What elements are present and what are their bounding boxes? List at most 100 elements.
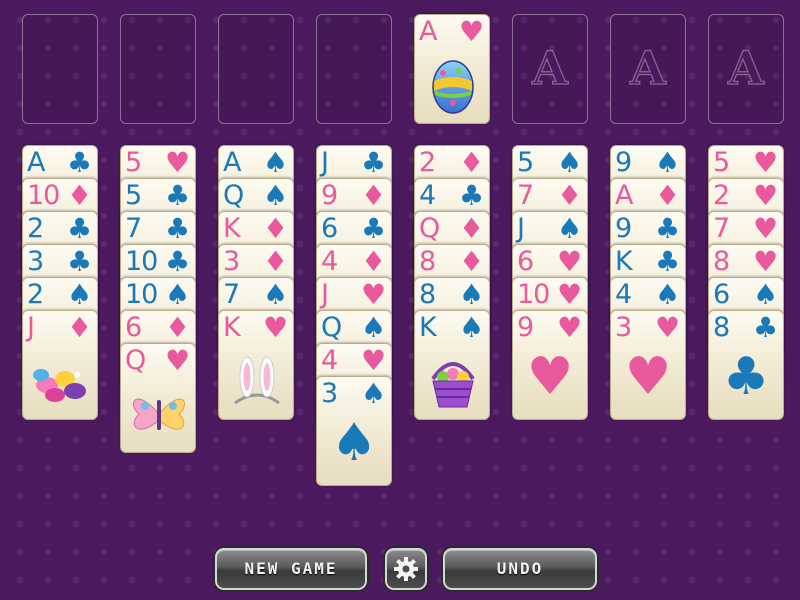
card-rank: 8 bbox=[713, 312, 730, 343]
card-rank: 8 bbox=[419, 279, 436, 310]
easter-basket-icon bbox=[431, 362, 475, 408]
card-rank: 5 bbox=[125, 147, 142, 178]
easter-egg-icon bbox=[432, 60, 474, 114]
playing-card[interactable]: K ♥ bbox=[218, 310, 294, 420]
card-suit: ♠ bbox=[557, 212, 583, 245]
card-center-suit: ♥ bbox=[624, 347, 672, 407]
jelly-beans-icon bbox=[33, 369, 86, 402]
card-rank: K bbox=[223, 213, 241, 244]
card-rank: 9 bbox=[321, 180, 338, 211]
card-rank: 2 bbox=[27, 279, 44, 310]
card-suit: ♠ bbox=[361, 311, 387, 344]
foundation-slot-4[interactable]: A bbox=[708, 14, 784, 124]
free-cell-3[interactable] bbox=[218, 14, 294, 124]
bunny-ears-icon bbox=[234, 356, 280, 405]
card-suit: ♠ bbox=[263, 179, 289, 212]
card-rank: 2 bbox=[713, 180, 730, 211]
card-suit: ♠ bbox=[67, 278, 93, 311]
free-cell-4[interactable] bbox=[316, 14, 392, 124]
card-suit: ♥ bbox=[753, 212, 779, 245]
card-rank: 6 bbox=[713, 279, 730, 310]
new-game-button[interactable]: NEW GAME bbox=[215, 548, 367, 590]
card-suit: ♥ bbox=[165, 146, 191, 179]
card-suit: ♠ bbox=[753, 278, 779, 311]
card-rank: A bbox=[419, 16, 438, 47]
foundation-card-ace-hearts[interactable]: A ♥ bbox=[414, 14, 490, 124]
card-rank: A bbox=[615, 180, 634, 211]
card-suit: ♣ bbox=[165, 245, 191, 278]
card-rank: 4 bbox=[419, 180, 436, 211]
card-suit: ♦ bbox=[263, 245, 289, 278]
foundation-slot-3[interactable]: A bbox=[610, 14, 686, 124]
card-rank: Q bbox=[419, 213, 440, 244]
card-suit: ♠ bbox=[655, 278, 681, 311]
card-rank: 8 bbox=[419, 246, 436, 277]
card-suit: ♠ bbox=[655, 146, 681, 179]
foundation-placeholder-letter: A bbox=[532, 40, 569, 95]
card-suit: ♣ bbox=[655, 212, 681, 245]
card-rank: 9 bbox=[517, 312, 534, 343]
card-rank: J bbox=[517, 213, 525, 244]
playing-card[interactable]: 3 ♠ ♠ bbox=[316, 376, 392, 486]
card-suit: ♣ bbox=[361, 146, 387, 179]
butterfly-icon bbox=[133, 398, 185, 430]
card-suit: ♣ bbox=[655, 245, 681, 278]
free-cell-2[interactable] bbox=[120, 14, 196, 124]
card-suit: ♦ bbox=[459, 245, 485, 278]
card-suit: ♠ bbox=[557, 146, 583, 179]
card-suit: ♦ bbox=[361, 245, 387, 278]
card-rank: 7 bbox=[125, 213, 142, 244]
card-rank: 6 bbox=[125, 312, 142, 343]
card-rank: 4 bbox=[321, 345, 338, 376]
card-rank: Q bbox=[223, 180, 244, 211]
card-rank: 7 bbox=[223, 279, 240, 310]
playing-card[interactable]: J ♦ bbox=[22, 310, 98, 420]
card-suit: ♣ bbox=[753, 311, 779, 344]
card-center-suit: ♥ bbox=[526, 347, 574, 407]
card-rank: 10 bbox=[27, 180, 60, 211]
undo-button[interactable]: UNDO bbox=[443, 548, 597, 590]
card-suit: ♦ bbox=[361, 179, 387, 212]
card-rank: 9 bbox=[615, 147, 632, 178]
card-rank: 9 bbox=[615, 213, 632, 244]
playing-card[interactable]: 8 ♣ ♣ bbox=[708, 310, 784, 420]
card-suit: ♥ bbox=[753, 245, 779, 278]
card-suit: ♠ bbox=[263, 278, 289, 311]
card-rank: 4 bbox=[615, 279, 632, 310]
card-rank: 3 bbox=[223, 246, 240, 277]
card-suit: ♥ bbox=[361, 278, 387, 311]
card-rank: A bbox=[27, 147, 46, 178]
card-suit: ♦ bbox=[459, 212, 485, 245]
card-center-suit: ♠ bbox=[330, 413, 378, 473]
card-rank: 5 bbox=[517, 147, 534, 178]
playing-card[interactable]: Q ♥ bbox=[120, 343, 196, 453]
card-rank: 10 bbox=[125, 279, 158, 310]
settings-button[interactable] bbox=[385, 548, 427, 590]
card-rank: 4 bbox=[321, 246, 338, 277]
card-rank: J bbox=[321, 147, 329, 178]
playing-card[interactable]: 9 ♥ ♥ bbox=[512, 310, 588, 420]
card-suit: ♣ bbox=[459, 179, 485, 212]
card-suit: ♠ bbox=[165, 278, 191, 311]
card-rank: 6 bbox=[321, 213, 338, 244]
card-suit: ♠ bbox=[361, 377, 387, 410]
foundation-slot-2[interactable]: A bbox=[512, 14, 588, 124]
free-cell-1[interactable] bbox=[22, 14, 98, 124]
card-suit: ♣ bbox=[165, 212, 191, 245]
card-suit: ♦ bbox=[67, 311, 93, 344]
foundation-placeholder-letter: A bbox=[630, 40, 667, 95]
card-suit: ♥ bbox=[557, 245, 583, 278]
gear-icon bbox=[394, 557, 418, 581]
card-suit: ♦ bbox=[263, 212, 289, 245]
card-rank: K bbox=[419, 312, 437, 343]
card-suit: ♥ bbox=[557, 311, 583, 344]
card-suit: ♣ bbox=[67, 146, 93, 179]
card-rank: 5 bbox=[713, 147, 730, 178]
playing-card[interactable]: K ♠ bbox=[414, 310, 490, 420]
card-suit: ♠ bbox=[263, 146, 289, 179]
card-rank: 8 bbox=[713, 246, 730, 277]
card-suit: ♥ bbox=[361, 344, 387, 377]
card-rank: 3 bbox=[27, 246, 44, 277]
playing-card[interactable]: 3 ♥ ♥ bbox=[610, 310, 686, 420]
card-suit: ♣ bbox=[67, 212, 93, 245]
